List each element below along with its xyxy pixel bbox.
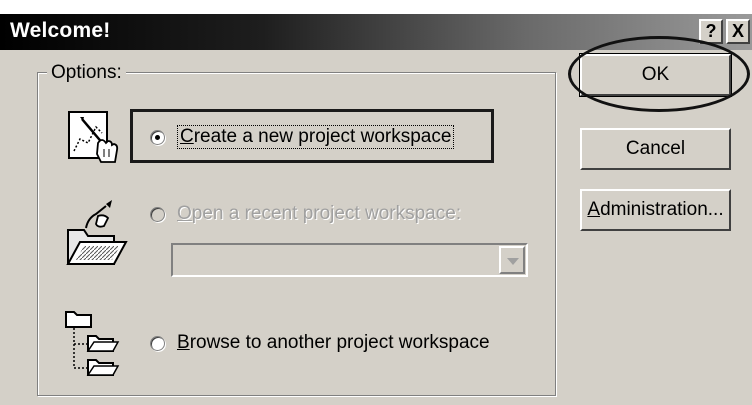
folder-tree-icon [65, 311, 120, 376]
open-recent-option-label: Open a recent project workspace: [177, 203, 461, 225]
create-label-rest: reate a new project workspace [193, 126, 452, 147]
open-recent-label-rest: pen a recent project workspace: [191, 203, 462, 224]
create-mnemonic: C [180, 126, 194, 147]
new-workspace-icon [68, 111, 119, 163]
options-group-label: Options: [47, 62, 126, 84]
close-button[interactable]: X [726, 19, 750, 44]
administration-button[interactable]: Administration... [580, 189, 731, 231]
welcome-dialog: Welcome! ? X Options: Create a new proje… [0, 0, 752, 405]
browse-mnemonic: B [177, 332, 190, 353]
radio-create-new-workspace[interactable]: Create a new project workspace [150, 125, 455, 149]
ok-button[interactable]: OK [579, 53, 732, 97]
administration-mnemonic: A [587, 199, 601, 220]
help-button[interactable]: ? [699, 19, 723, 44]
dialog-body: Options: Create a new project workspace [0, 36, 752, 405]
dialog-title: Welcome! [10, 19, 111, 42]
radio-button-open-recent[interactable] [150, 206, 165, 222]
cancel-button[interactable]: Cancel [580, 128, 731, 170]
browse-option-label: Browse to another project workspace [177, 332, 490, 354]
radio-browse-workspace[interactable]: Browse to another project workspace [150, 332, 490, 354]
radio-button-create[interactable] [150, 129, 165, 145]
radio-open-recent-workspace[interactable]: Open a recent project workspace: [150, 203, 461, 225]
create-option-label: Create a new project workspace [177, 125, 455, 149]
recent-workspace-combobox[interactable] [171, 243, 528, 277]
open-folder-icon [66, 200, 128, 265]
browse-label-rest: rowse to another project workspace [189, 332, 490, 353]
administration-label-rest: dministration... [600, 199, 724, 220]
chevron-down-icon[interactable] [499, 246, 525, 274]
title-bar[interactable]: Welcome! ? X [0, 14, 752, 50]
radio-button-browse[interactable] [150, 335, 165, 351]
open-recent-mnemonic: O [177, 203, 192, 224]
